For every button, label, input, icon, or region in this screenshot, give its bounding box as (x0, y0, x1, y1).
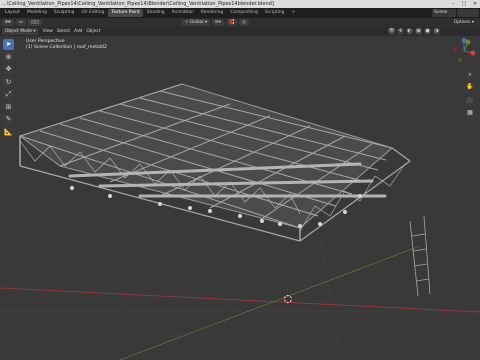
xray-icon[interactable]: ▣ (415, 28, 422, 35)
tab-rendering[interactable]: Rendering (198, 9, 226, 17)
window-title: ...\Ceiling_Ventilation_Pipes14\Ceiling_… (2, 1, 274, 7)
tool-shelf: ➤ ⊕ ✥ ↻ ⤢ ⊞ ✎ 📐 (3, 39, 14, 139)
rotate-icon[interactable]: ↻ (3, 76, 14, 88)
workspace-tabbar: Layout Modeling Sculpting UV Editing Tex… (0, 8, 480, 18)
cursor-icon[interactable]: ⊕ (3, 51, 14, 63)
tab-compositing[interactable]: Compositing (227, 9, 261, 17)
gizmo-x-icon (470, 50, 476, 56)
tab-shading[interactable]: Shading (144, 9, 168, 17)
tab-animation[interactable]: Animation (169, 9, 197, 17)
select-cursor-icon[interactable]: ➤ (3, 39, 14, 50)
zoom-icon[interactable]: ⌕ (465, 70, 475, 80)
editor-type-button[interactable]: ⊞▾ (2, 19, 14, 26)
overlay-icon[interactable]: ◐ (406, 28, 413, 35)
gizmo-icon[interactable]: ✣ (397, 28, 404, 35)
y-axis-line (119, 245, 421, 360)
gizmo-z-icon (461, 38, 467, 43)
x-axis-line (0, 287, 480, 313)
scene-selector[interactable]: Scene (432, 9, 456, 17)
scene-label: Scene (434, 10, 448, 15)
visibility-icon[interactable]: 👁 (388, 28, 395, 35)
tab-sculpting[interactable]: Sculpting (51, 9, 78, 17)
menu-object[interactable]: Object (86, 29, 100, 34)
maximize-button[interactable]: □ (459, 0, 469, 8)
collection-label: (1) Scene Collection | roof_metal02 (26, 45, 107, 50)
menu-add[interactable]: Add (74, 29, 82, 34)
measure-icon[interactable]: 📐 (3, 126, 14, 138)
perspective-grid-icon[interactable]: ▦ (465, 108, 475, 118)
mode-dropdown[interactable]: Object Mode ▾ (2, 28, 39, 35)
viewport-info: User Perspective (1) Scene Collection | … (26, 39, 107, 51)
shading-solid-icon[interactable]: ● (424, 28, 431, 35)
vertical-ladder (409, 215, 431, 297)
move-icon[interactable]: ✥ (3, 64, 14, 75)
header-toolbar: ⊞▾ ▭ ◫◫ ⊹ Global ▾ ⟳▾ 🧲 ◎ (0, 18, 480, 27)
shading-material-icon[interactable]: ◑ (433, 28, 440, 35)
viewport-scene (0, 83, 480, 360)
tab-layout[interactable]: Layout (2, 9, 23, 17)
tab-texture-paint[interactable]: Texture Paint (108, 9, 143, 17)
menu-select[interactable]: Select (57, 29, 70, 34)
3d-viewport[interactable]: User Perspective (1) Scene Collection | … (0, 36, 480, 360)
camera-icon[interactable]: 🎥 (465, 96, 475, 106)
gizmo-neg-x-icon (453, 47, 457, 51)
ceiling-structure (18, 83, 411, 242)
navigation-gizmo[interactable] (451, 38, 477, 64)
scale-icon[interactable]: ⤢ (3, 89, 14, 100)
pan-hand-icon[interactable]: ✋ (465, 82, 475, 92)
annotate-icon[interactable]: ✎ (3, 114, 14, 125)
tab-uv-editing[interactable]: UV Editing (78, 9, 107, 17)
view-layer-selector[interactable] (457, 9, 479, 17)
viewport-header-icons: 👁 ✣ ◐ ▣ ● ◑ (386, 28, 440, 35)
pivot-icon[interactable]: ⟳▾ (212, 19, 224, 26)
mode-label: Object Mode (5, 29, 33, 34)
tab-scripting[interactable]: Scripting (262, 9, 288, 17)
snap-icon[interactable]: 🧲 (225, 19, 238, 26)
options-dropdown[interactable]: Options ▾ (454, 19, 474, 26)
select-mode-icon[interactable]: ◫◫ (27, 19, 42, 26)
menu-view[interactable]: View (43, 29, 53, 34)
transform-orientation-dropdown[interactable]: ⊹ Global ▾ (181, 19, 211, 26)
close-button[interactable]: ✕ (470, 0, 480, 8)
3d-cursor-icon (284, 295, 292, 303)
proportional-edit-icon[interactable]: ◎ (239, 19, 250, 26)
transform-icon[interactable]: ⊞ (3, 101, 14, 113)
minimize-button[interactable]: – (448, 0, 458, 8)
floor-grid (0, 235, 480, 360)
orientation-label: Global (189, 20, 204, 25)
tab-modeling[interactable]: Modeling (24, 9, 50, 17)
add-workspace-button[interactable]: + (288, 9, 298, 17)
gizmo-neg-y-icon (458, 58, 462, 62)
window-titlebar: ...\Ceiling_Ventilation_Pipes14\Ceiling_… (0, 0, 480, 8)
select-box-icon[interactable]: ▭ (15, 19, 26, 26)
